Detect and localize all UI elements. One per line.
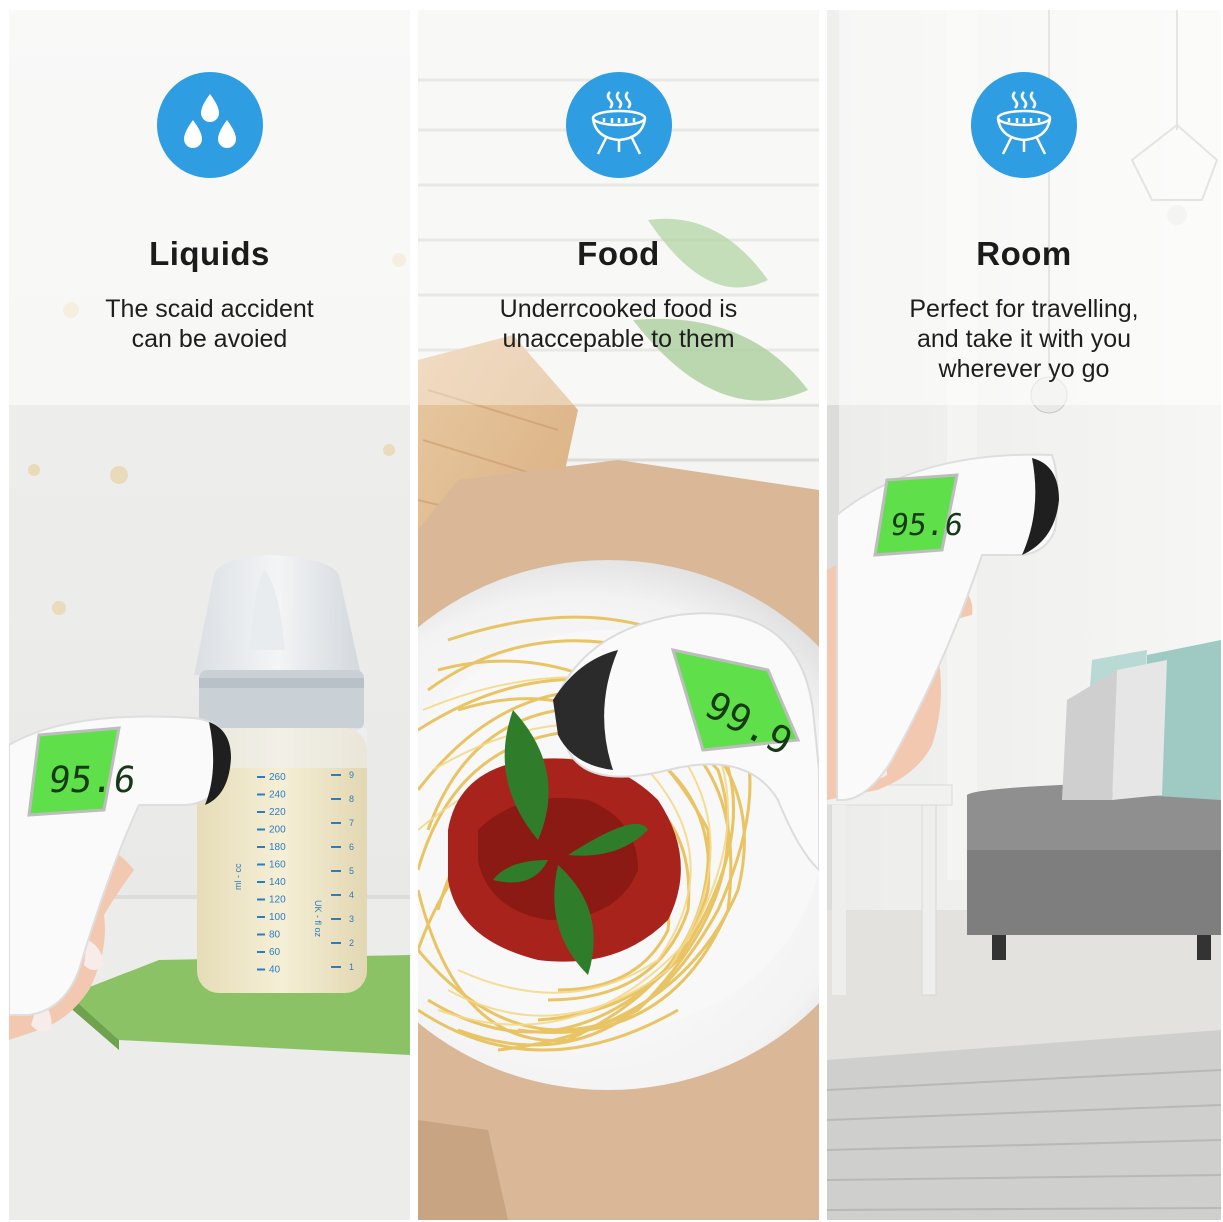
bottle-oz-value: 6 xyxy=(349,842,354,852)
bottle-oz-value: 3 xyxy=(349,914,354,924)
bottle-oz-value: 5 xyxy=(349,866,354,876)
panel-room: 95.6 Room Perfect for travelling, and ta… xyxy=(827,10,1221,1220)
description-line: Perfect for travelling, xyxy=(909,295,1139,323)
bottle-ml-value: 100 xyxy=(269,912,286,923)
bottle-ml-value: 80 xyxy=(269,930,281,941)
lcd-reading: 95.6 xyxy=(888,508,965,543)
bottle-oz-value: 4 xyxy=(349,890,354,900)
water-drops-icon xyxy=(156,72,263,178)
panel-title: Room xyxy=(976,235,1072,272)
bottle-ml-label: ml - cc xyxy=(233,863,243,890)
product-feature-collage: 260 240 220 200 180 160 140 120 100 80 60 40 9 8 7 6 5 4… xyxy=(0,0,1223,1222)
bottle-ml-value: 160 xyxy=(269,860,286,871)
lcd-reading: 95.6 xyxy=(46,758,139,801)
panel-description: Perfect for travelling, and take it with… xyxy=(844,294,1204,384)
caption-liquids: Liquids The scaid accident can be avoied xyxy=(9,10,410,405)
panel-food: 99.9 Food Underrcooked food is unaccepab… xyxy=(418,10,819,1220)
description-line: can be avoied xyxy=(131,325,288,353)
panel-liquids: 260 240 220 200 180 160 140 120 100 80 60 40 9 8 7 6 5 4… xyxy=(9,10,410,1220)
caption-room: Room Perfect for travelling, and take it… xyxy=(827,10,1221,405)
bottle-ml-value: 260 xyxy=(269,772,286,783)
description-line: Underrcooked food is xyxy=(499,295,738,323)
description-line: and take it with you xyxy=(916,325,1131,353)
bottle-ml-value: 200 xyxy=(269,825,286,836)
description-line: wherever yo go xyxy=(938,355,1110,383)
bottle-ml-value: 240 xyxy=(269,790,286,801)
caption-food: Food Underrcooked food is unaccepable to… xyxy=(418,10,819,405)
bottle-ml-value: 140 xyxy=(269,877,286,888)
panel-title: Food xyxy=(577,235,660,272)
bottle-oz-value: 1 xyxy=(349,962,354,972)
bottle-ml-value: 120 xyxy=(269,895,286,906)
bottle-ml-value: 180 xyxy=(269,842,286,853)
panel-description: Underrcooked food is unaccepable to them xyxy=(439,294,799,354)
bottle-oz-label: UK - fl oz xyxy=(313,900,323,938)
grill-icon xyxy=(971,72,1077,178)
panel-description: The scaid accident can be avoied xyxy=(30,294,390,354)
description-line: unaccepable to them xyxy=(502,325,735,353)
bottle-oz-value: 7 xyxy=(349,818,354,828)
bottle-oz-value: 8 xyxy=(349,794,354,804)
bottle-oz-value: 9 xyxy=(349,770,354,780)
bottle-oz-value: 2 xyxy=(349,938,354,948)
bottle-ml-value: 40 xyxy=(269,965,281,976)
bottle-ml-value: 60 xyxy=(269,947,281,958)
description-line: The scaid accident xyxy=(105,295,314,323)
panel-title: Liquids xyxy=(149,235,270,272)
grill-icon xyxy=(565,72,672,178)
bottle-ml-value: 220 xyxy=(269,807,286,818)
